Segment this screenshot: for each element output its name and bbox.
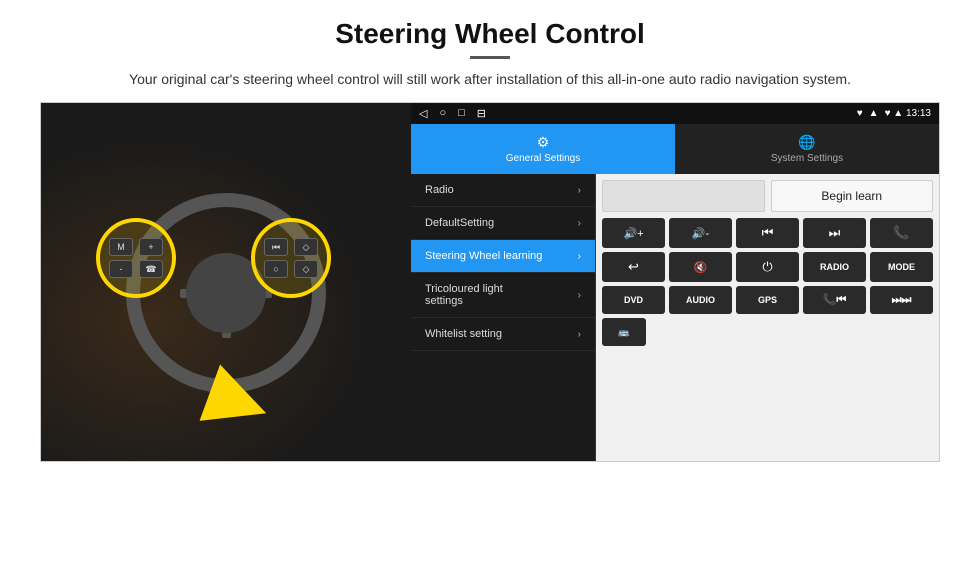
menu-radio-label: Radio bbox=[425, 184, 454, 196]
arrow-container bbox=[208, 373, 268, 433]
status-bar: ◁ ○ □ ⊟ ♥ ▲ ♥ ▲ 13:13 bbox=[411, 103, 939, 124]
page-container: Steering Wheel Control Your original car… bbox=[0, 0, 980, 462]
status-nav-icons: ◁ ○ □ ⊟ bbox=[419, 107, 486, 120]
btn-icon-phone: ☎ bbox=[139, 260, 163, 278]
back-icon: ◁ bbox=[419, 107, 427, 120]
phone-prev-button[interactable]: 📞⏮ bbox=[803, 286, 866, 314]
menu-tricoloured-label: Tricoloured lightsettings bbox=[425, 283, 503, 307]
android-ui: ◁ ○ □ ⊟ ♥ ▲ ♥ ▲ 13:13 ⚙ General Settings bbox=[411, 103, 939, 461]
car-image: M + - ☎ ⏮ ◇ ○ ◇ bbox=[41, 103, 411, 462]
prev-track-button[interactable]: ⏮ bbox=[736, 218, 799, 248]
btn-icons-right: ⏮ ◇ ○ ◇ bbox=[255, 222, 327, 294]
chevron-icon-steering: › bbox=[578, 251, 581, 262]
menu-item-whitelist[interactable]: Whitelist setting › bbox=[411, 318, 595, 351]
btn-icon-mode: M bbox=[109, 238, 133, 256]
next-track-button[interactable]: ⏭ bbox=[803, 218, 866, 248]
bus-icon-button[interactable]: 🚌 bbox=[602, 318, 646, 346]
gps-button[interactable]: GPS bbox=[736, 286, 799, 314]
btn-row-1: M + bbox=[109, 238, 163, 256]
btn-icon-vol: + bbox=[139, 238, 163, 256]
vol-down-button[interactable]: 🔊- bbox=[669, 218, 732, 248]
power-button[interactable]: ⏻ bbox=[736, 252, 799, 282]
clock: ♥ ▲ 13:13 bbox=[885, 108, 931, 119]
settings-gear-icon: ⚙ bbox=[537, 134, 550, 151]
gps-status-icon: ♥ bbox=[857, 108, 863, 119]
main-content: Radio › DefaultSetting › Steering Wheel … bbox=[411, 174, 939, 461]
system-icon: 🌐 bbox=[798, 134, 815, 151]
menu-default-label: DefaultSetting bbox=[425, 217, 494, 229]
chevron-icon-tricoloured: › bbox=[578, 290, 581, 301]
btn-icons-left: M + - ☎ bbox=[100, 222, 172, 294]
tab-general-settings[interactable]: ⚙ General Settings bbox=[411, 124, 675, 174]
highlight-circle-right: ⏮ ◇ ○ ◇ bbox=[251, 218, 331, 298]
screenshot-area: M + - ☎ ⏮ ◇ ○ ◇ bbox=[40, 102, 940, 462]
empty-input-box bbox=[602, 180, 765, 212]
highlight-circle-left: M + - ☎ bbox=[96, 218, 176, 298]
btn-icon-minus: - bbox=[109, 260, 133, 278]
mode-button[interactable]: MODE bbox=[870, 252, 933, 282]
btn-row-r2: ○ ◇ bbox=[264, 260, 318, 278]
menu-item-tricoloured[interactable]: Tricoloured lightsettings › bbox=[411, 273, 595, 318]
home-icon: ○ bbox=[439, 107, 446, 120]
bus-row: 🚌 bbox=[602, 318, 933, 346]
menu-item-steering[interactable]: Steering Wheel learning › bbox=[411, 240, 595, 273]
recents-icon: □ bbox=[458, 107, 465, 120]
menu-icon: ⊟ bbox=[477, 107, 486, 120]
chevron-icon-whitelist: › bbox=[578, 329, 581, 340]
menu-item-radio[interactable]: Radio › bbox=[411, 174, 595, 207]
title-section: Steering Wheel Control Your original car… bbox=[40, 18, 940, 90]
page-subtitle: Your original car's steering wheel contr… bbox=[40, 69, 940, 90]
btn-row-2: - ☎ bbox=[109, 260, 163, 278]
signal-icon: ▲ bbox=[869, 108, 879, 119]
tab-bar: ⚙ General Settings 🌐 System Settings bbox=[411, 124, 939, 174]
btn-icon-r4: ◇ bbox=[294, 260, 318, 278]
btn-row-r1: ⏮ ◇ bbox=[264, 238, 318, 256]
phone-button[interactable]: 📞 bbox=[870, 218, 933, 248]
dvd-button[interactable]: DVD bbox=[602, 286, 665, 314]
btn-icon-r1: ⏮ bbox=[264, 238, 288, 256]
vol-up-button[interactable]: 🔊+ bbox=[602, 218, 665, 248]
hang-up-button[interactable]: ↩ bbox=[602, 252, 665, 282]
radio-button[interactable]: RADIO bbox=[803, 252, 866, 282]
tab-general-label: General Settings bbox=[506, 153, 581, 164]
left-menu: Radio › DefaultSetting › Steering Wheel … bbox=[411, 174, 596, 461]
menu-whitelist-label: Whitelist setting bbox=[425, 328, 502, 340]
audio-button[interactable]: AUDIO bbox=[669, 286, 732, 314]
menu-steering-label: Steering Wheel learning bbox=[425, 250, 542, 262]
ctrl-row-1: 🔊+ 🔊- ⏮ ⏭ 📞 bbox=[602, 218, 933, 248]
menu-item-default[interactable]: DefaultSetting › bbox=[411, 207, 595, 240]
btn-icon-r2: ◇ bbox=[294, 238, 318, 256]
skip-fwd-button[interactable]: ⏭⏭ bbox=[870, 286, 933, 314]
title-divider bbox=[470, 56, 510, 59]
top-row: Begin learn bbox=[602, 180, 933, 212]
chevron-icon-default: › bbox=[578, 218, 581, 229]
direction-arrow bbox=[200, 365, 277, 442]
chevron-icon-radio: › bbox=[578, 185, 581, 196]
right-panel: Begin learn 🔊+ 🔊- ⏮ ⏭ 📞 ↩ 🔇 ⏻ bbox=[596, 174, 939, 461]
mute-button[interactable]: 🔇 bbox=[669, 252, 732, 282]
page-title: Steering Wheel Control bbox=[40, 18, 940, 50]
status-right: ♥ ▲ ♥ ▲ 13:13 bbox=[857, 108, 931, 119]
tab-system-label: System Settings bbox=[771, 153, 843, 164]
ctrl-row-3: DVD AUDIO GPS 📞⏮ ⏭⏭ bbox=[602, 286, 933, 314]
btn-icon-r3: ○ bbox=[264, 260, 288, 278]
begin-learn-button[interactable]: Begin learn bbox=[771, 180, 934, 212]
ctrl-row-2: ↩ 🔇 ⏻ RADIO MODE bbox=[602, 252, 933, 282]
tab-system-settings[interactable]: 🌐 System Settings bbox=[675, 124, 939, 174]
